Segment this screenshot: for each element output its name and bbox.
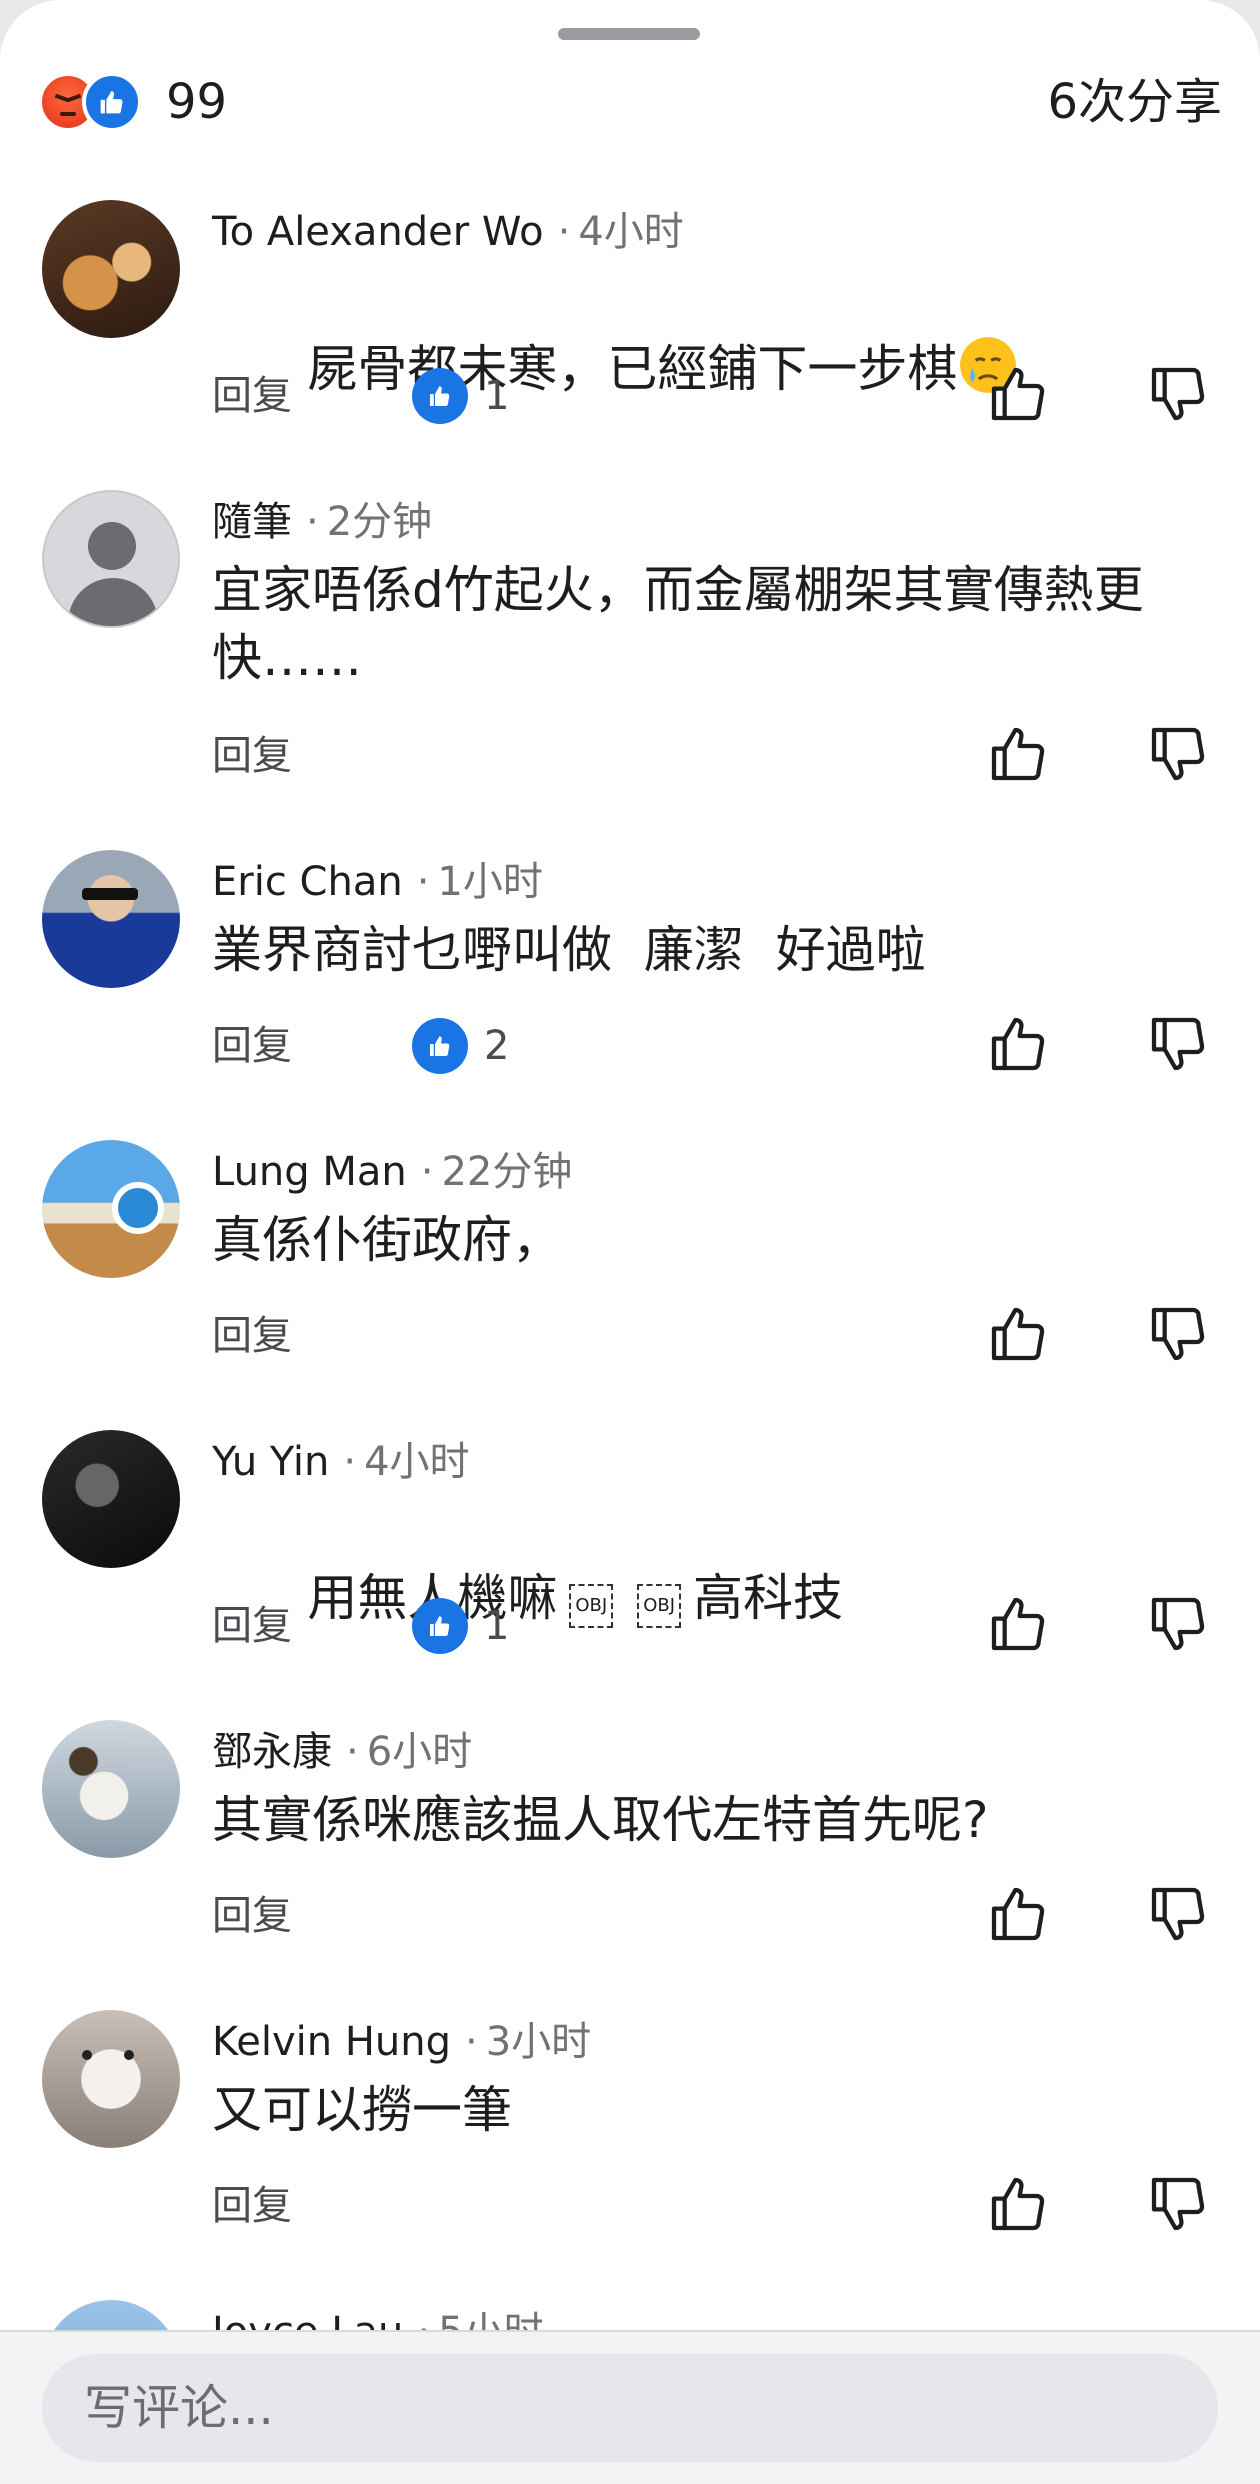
reply-button[interactable]: 回复	[212, 1596, 292, 1656]
separator-dot: ·	[420, 1149, 434, 1195]
sheet-drag-handle[interactable]	[558, 28, 700, 40]
reaction-icons	[38, 72, 158, 132]
separator-dot: ·	[343, 1439, 357, 1485]
comment-text: 宜家唔係d竹起火，而金屬棚架其實傳熱更快……	[212, 561, 1144, 687]
separator-dot: ·	[346, 1729, 359, 1775]
avatar[interactable]	[42, 1430, 180, 1568]
like-count: 1	[484, 1603, 510, 1649]
avatar[interactable]	[42, 2010, 180, 2148]
thumbs-up-icon[interactable]	[986, 362, 1050, 426]
like-count: 2	[484, 1023, 510, 1069]
comment-time: 4小时	[578, 209, 684, 255]
comment-text: 業界商討乜嘢叫做 廉潔 好過啦	[212, 921, 926, 979]
reaction-count: 99	[166, 74, 228, 130]
reply-button[interactable]: 回复	[212, 1886, 292, 1946]
comment-like-count: 1	[412, 1598, 509, 1654]
comment-author[interactable]: Kelvin Hung	[212, 2019, 451, 2065]
thumbs-down-icon[interactable]	[1146, 1882, 1210, 1946]
comment-author[interactable]: To Alexander Wo	[212, 209, 544, 255]
comment-time: 1小时	[437, 859, 543, 905]
thumbs-up-icon[interactable]	[986, 722, 1050, 786]
thumbs-up-icon[interactable]	[986, 2172, 1050, 2236]
thumbs-up-icon[interactable]	[986, 1012, 1050, 1076]
comment-like-count: 1	[412, 368, 509, 424]
comment-text: 又可以撈一筆	[212, 2081, 512, 2139]
separator-dot: ·	[306, 499, 319, 545]
avatar-default[interactable]	[42, 490, 180, 628]
thumbs-up-icon[interactable]	[986, 1302, 1050, 1366]
comment-time: 6小时	[366, 1729, 473, 1775]
comment-time: 2分钟	[326, 499, 433, 545]
thumbs-down-icon[interactable]	[1146, 1012, 1210, 1076]
thumbs-down-icon[interactable]	[1146, 362, 1210, 426]
like-reaction-icon	[82, 72, 142, 132]
reply-button[interactable]: 回复	[212, 2176, 292, 2236]
separator-dot: ·	[416, 859, 430, 905]
like-count: 1	[484, 373, 510, 419]
share-count[interactable]: 6次分享	[1047, 70, 1222, 134]
avatar[interactable]	[42, 1140, 180, 1278]
comment-author[interactable]: Lung Man	[212, 1149, 407, 1195]
comment-time: 4小时	[364, 1439, 470, 1485]
comment-composer-bar: 写评论...	[0, 2330, 1260, 2484]
comment-author[interactable]: Eric Chan	[212, 859, 403, 905]
separator-dot: ·	[464, 2019, 478, 2065]
comment-time: 22分钟	[441, 1149, 573, 1195]
thumbs-down-icon[interactable]	[1146, 1592, 1210, 1656]
reply-button[interactable]: 回复	[212, 1016, 292, 1076]
comment-text: 其實係咪應該揾人取代左特首先呢?	[212, 1791, 989, 1849]
separator-dot: ·	[557, 209, 571, 255]
comment-input-placeholder: 写评论...	[84, 2380, 274, 2436]
comment-text: 真係仆街政府，	[212, 1211, 562, 1269]
comment-input[interactable]: 写评论...	[42, 2354, 1218, 2462]
thumbs-down-icon[interactable]	[1146, 2172, 1210, 2236]
comments-sheet: 99 6次分享 To Alexander Wo · 4小时 屍骨都未寒，已經鋪下一步…	[0, 0, 1260, 2484]
avatar[interactable]	[42, 850, 180, 988]
reply-button[interactable]: 回复	[212, 366, 292, 426]
comment-author[interactable]: 隨筆	[212, 499, 292, 545]
reactions-summary[interactable]: 99 6次分享	[38, 68, 1222, 136]
like-badge-icon	[412, 368, 468, 424]
reply-button[interactable]: 回复	[212, 1306, 292, 1366]
avatar[interactable]	[42, 1720, 180, 1858]
like-badge-icon	[412, 1018, 468, 1074]
comment-author[interactable]: 鄧永康	[212, 1729, 332, 1775]
like-badge-icon	[412, 1598, 468, 1654]
comment-author[interactable]: Yu Yin	[212, 1439, 329, 1485]
thumbs-down-icon[interactable]	[1146, 722, 1210, 786]
avatar[interactable]	[42, 200, 180, 338]
reply-button[interactable]: 回复	[212, 726, 292, 786]
thumbs-down-icon[interactable]	[1146, 1302, 1210, 1366]
comment-like-count: 2	[412, 1018, 509, 1074]
comment-time: 3小时	[485, 2019, 592, 2065]
thumbs-up-icon[interactable]	[986, 1592, 1050, 1656]
thumbs-up-icon[interactable]	[986, 1882, 1050, 1946]
